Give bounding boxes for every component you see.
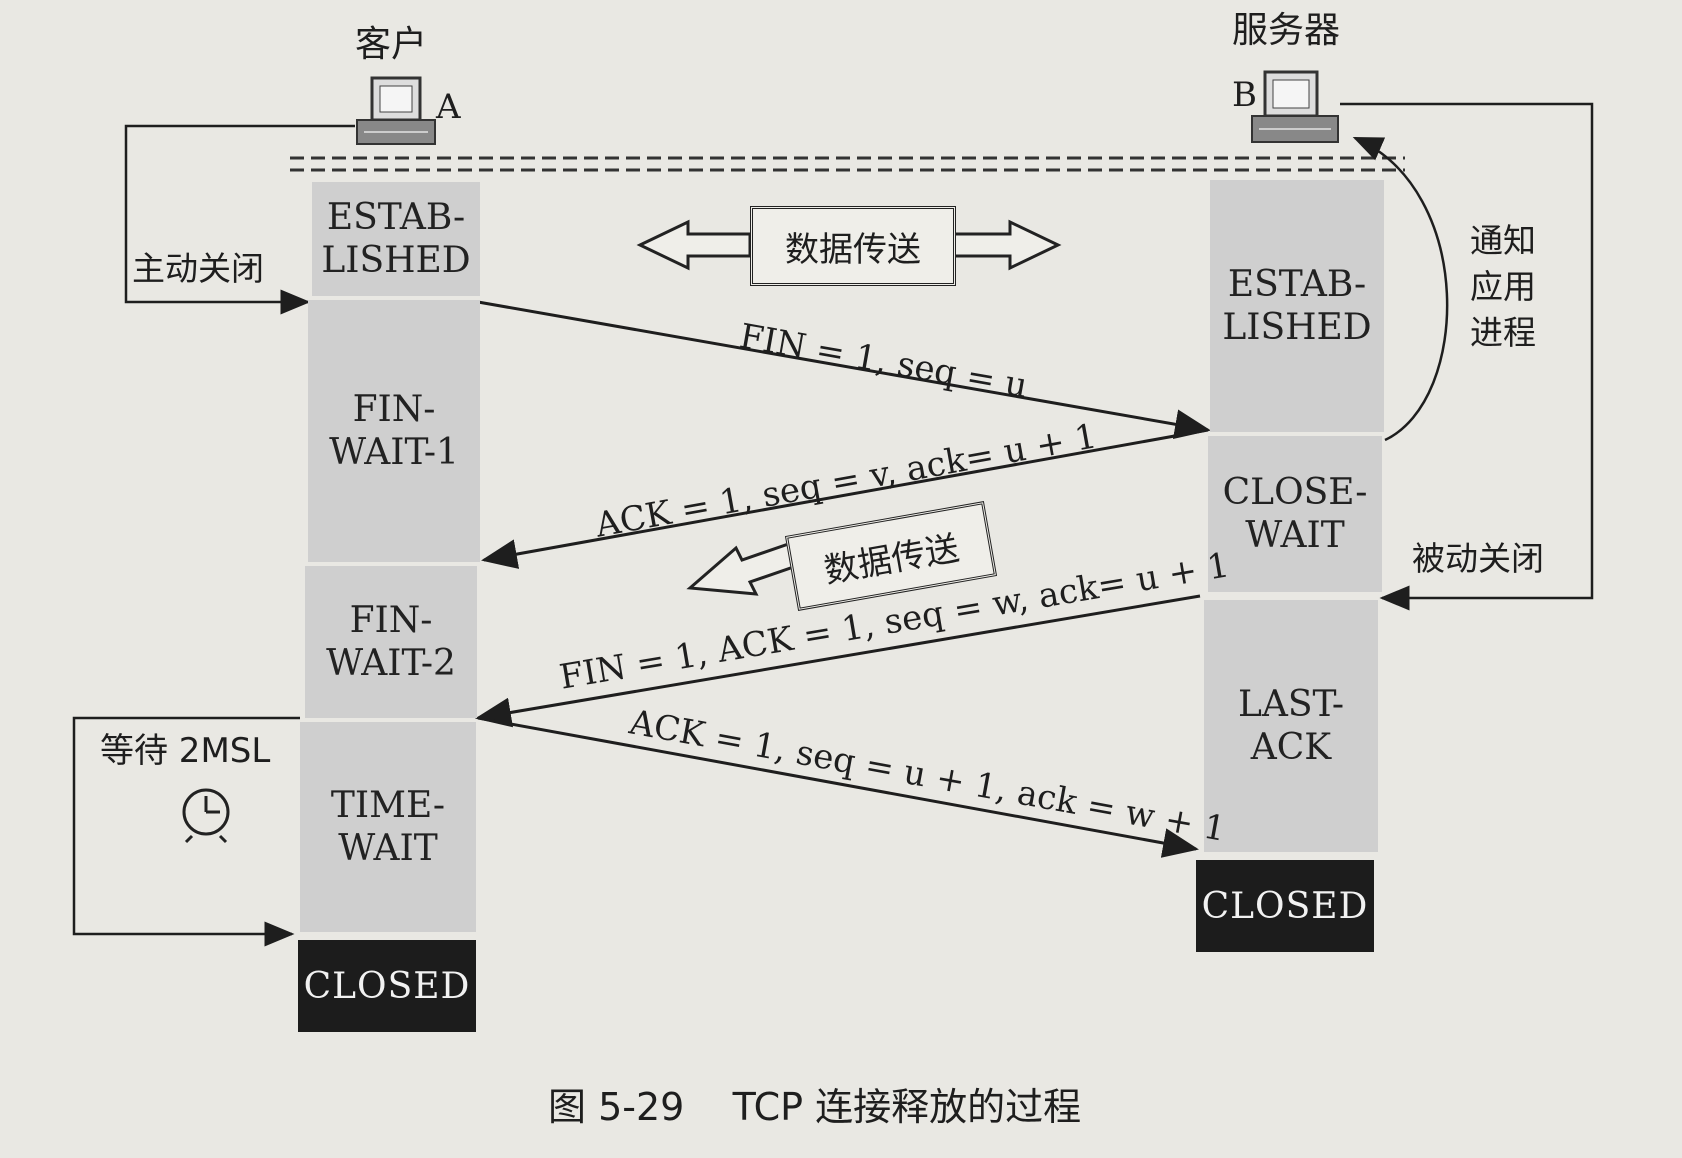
client-computer-icon <box>356 76 436 145</box>
clock-icon <box>182 788 230 844</box>
server-state-last-ack: LAST- ACK <box>1204 600 1378 852</box>
figure-caption: 图 5-29 TCP 连接释放的过程 <box>548 1085 1082 1129</box>
client-title: 客户 <box>355 24 428 65</box>
notify-app-label: 通知 应用 进程 <box>1470 221 1536 353</box>
server-letter: B <box>1232 75 1257 115</box>
client-state-fin-wait-2: FIN- WAIT-2 <box>305 566 477 718</box>
client-state-closed: CLOSED <box>298 940 476 1032</box>
server-state-close-wait: CLOSE- WAIT <box>1208 436 1382 592</box>
server-state-established: ESTAB- LISHED <box>1210 180 1384 432</box>
server-title: 服务器 <box>1232 10 1341 51</box>
wait-2msl-label: 等待 2MSL <box>100 731 271 771</box>
last-ack-arrow <box>477 716 1199 858</box>
passive-close-label: 被动关闭 <box>1412 539 1544 578</box>
client-state-established: ESTAB- LISHED <box>312 182 480 296</box>
client-letter: A <box>436 87 461 127</box>
server-computer-icon <box>1251 70 1339 143</box>
active-close-label: 主动关闭 <box>132 249 264 288</box>
client-state-fin-wait-1: FIN- WAIT-1 <box>308 300 480 562</box>
tcp-release-diagram: 客户 A 主动关闭 等待 2MSL 服务器 B 通知 应用 进程 被动关闭 ES… <box>0 0 1682 1158</box>
client-state-time-wait: TIME- WAIT <box>300 722 476 932</box>
network-line <box>290 156 1405 172</box>
server-state-closed: CLOSED <box>1196 860 1374 952</box>
data-transfer-box: 数据传送 <box>750 206 956 286</box>
